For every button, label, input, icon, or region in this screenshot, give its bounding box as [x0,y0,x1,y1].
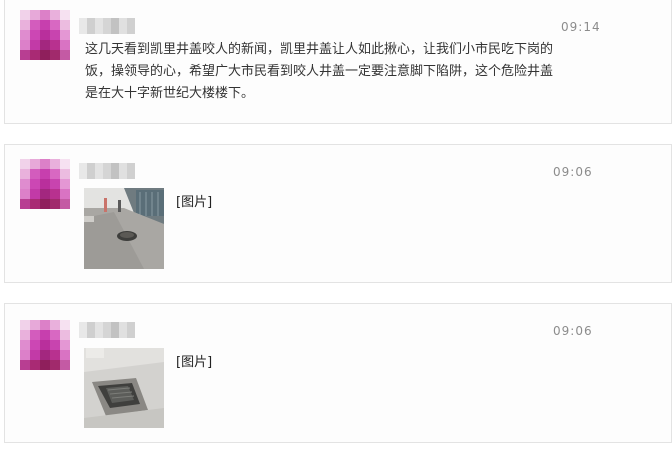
blurred-username [79,18,135,34]
message-text: 这几天看到凯里井盖咬人的新闻，凯里井盖让人如此揪心，让我们小市民吃下岗的饭，操领… [85,42,554,101]
message-card: 09:06 [图片] [4,144,672,283]
message-card: 09:06 [图片] [4,303,672,443]
message-timestamp: 09:14 [561,20,601,34]
blurred-avatar[interactable] [20,10,70,60]
image-placeholder-label: [图片] [176,355,213,370]
blurred-avatar[interactable] [20,159,70,209]
message-timestamp: 09:06 [553,324,593,338]
blurred-avatar[interactable] [20,320,70,370]
message-card: 09:14 这几天看到凯里井盖咬人的新闻，凯里井盖让人如此揪心，让我们小市民吃下… [4,0,672,124]
open-manhole-photo[interactable] [84,348,164,428]
image-placeholder-label: [图片] [176,195,213,210]
blurred-username [79,163,135,179]
message-timestamp: 09:06 [553,165,593,179]
blurred-username [79,322,135,338]
street-manhole-photo[interactable] [84,188,164,269]
